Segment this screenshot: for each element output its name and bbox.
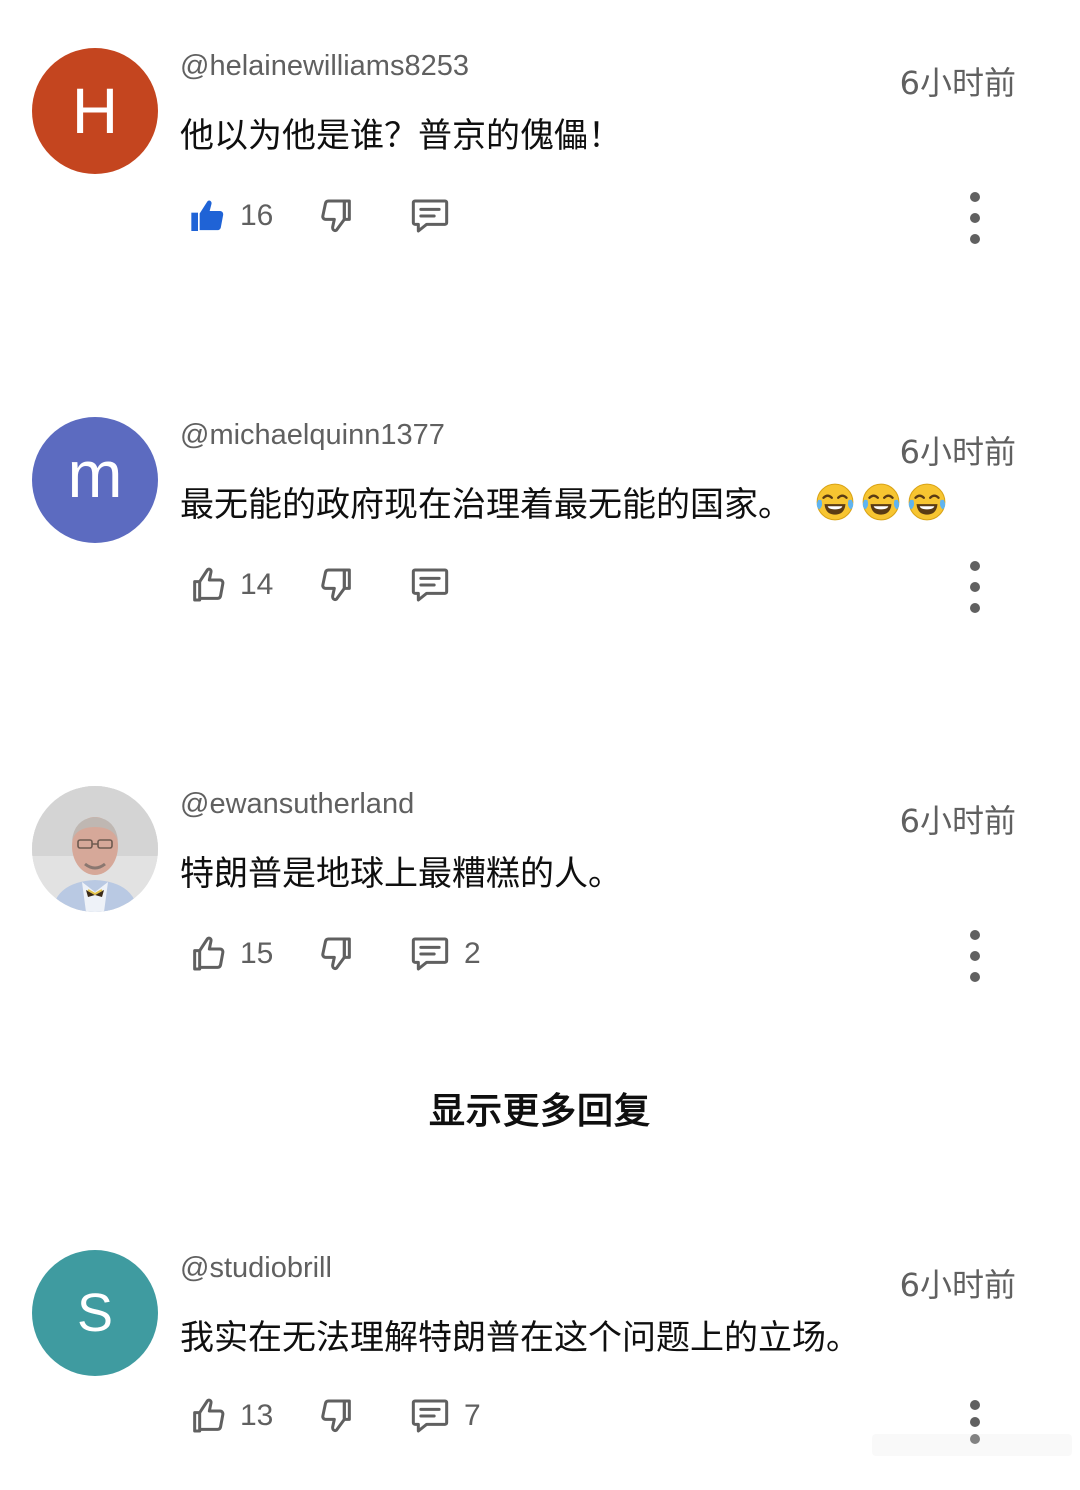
more-dot-icon	[970, 192, 980, 202]
more-dot-icon	[970, 561, 980, 571]
reply-count: 2	[464, 937, 481, 970]
comment-actions: 16	[188, 192, 1080, 244]
comment-reply-icon	[408, 196, 452, 236]
dislike-button[interactable]	[316, 196, 356, 236]
avatar[interactable]: S	[32, 1250, 158, 1376]
more-options-button[interactable]	[958, 192, 992, 244]
dislike-button[interactable]	[316, 565, 356, 605]
comment-author-handle[interactable]: @michaelquinn1377	[180, 419, 445, 452]
show-more-replies-button[interactable]: 显示更多回复	[0, 1082, 1080, 1134]
comment-timestamp: 6小时前	[899, 802, 1016, 840]
comment-text-body: 最无能的政府现在治理着最无能的国家。	[180, 485, 792, 525]
comment-actions: 15 2	[188, 930, 1080, 982]
comment-text: 最无能的政府现在治理着最无能的国家。	[180, 477, 948, 526]
more-dot-icon	[970, 1400, 980, 1410]
avatar-letter: H	[71, 75, 119, 147]
like-count: 16	[240, 199, 274, 232]
like-button[interactable]: 15	[188, 934, 273, 974]
avatar[interactable]: H	[32, 48, 158, 174]
like-count: 13	[240, 1399, 274, 1432]
comment-text: 我实在无法理解特朗普在这个问题上的立场。	[180, 1310, 860, 1359]
dislike-button[interactable]	[316, 934, 356, 974]
like-count: 15	[240, 937, 274, 970]
like-button[interactable]: 13	[188, 1396, 273, 1436]
more-dot-icon	[970, 603, 980, 613]
comment-reply-icon	[408, 565, 452, 605]
avatar-photo-icon	[32, 786, 158, 912]
comment-timestamp: 6小时前	[899, 433, 1016, 471]
comment-text: 他以为他是谁？普京的傀儡！	[180, 108, 622, 157]
more-dot-icon	[970, 972, 980, 982]
like-button[interactable]: 14	[188, 565, 273, 605]
comment-text-body: 他以为他是谁？普京的傀儡！	[180, 116, 622, 156]
more-dot-icon	[970, 930, 980, 940]
comment-timestamp: 6小时前	[899, 64, 1016, 102]
like-button[interactable]: 16	[188, 196, 273, 236]
like-count: 14	[240, 568, 274, 601]
thumbs-up-icon	[188, 1396, 228, 1436]
thumbs-down-icon	[316, 196, 356, 236]
reply-button[interactable]: 2	[408, 934, 481, 974]
reply-count: 7	[464, 1399, 481, 1432]
comment-text-body: 特朗普是地球上最糟糕的人。	[180, 854, 622, 894]
avatar[interactable]: m	[32, 417, 158, 543]
thumbs-up-icon	[188, 934, 228, 974]
watermark-icon	[872, 1434, 1072, 1456]
comment-reply-icon	[408, 934, 452, 974]
thumbs-down-icon	[316, 565, 356, 605]
reply-button[interactable]: 7	[408, 1396, 481, 1436]
comment-author-handle[interactable]: @studiobrill	[180, 1252, 332, 1285]
reply-button[interactable]	[408, 565, 452, 605]
comment-item: @ewansutherland 6小时前 特朗普是地球上最糟糕的人。 15 2	[0, 786, 1080, 1026]
thumbs-up-icon	[188, 565, 228, 605]
avatar[interactable]	[32, 786, 158, 912]
thumbs-up-filled-icon	[188, 196, 228, 236]
more-dot-icon	[970, 213, 980, 223]
comment-text-body: 我实在无法理解特朗普在这个问题上的立场。	[180, 1318, 860, 1358]
reply-button[interactable]	[408, 196, 452, 236]
tears-of-joy-emoji-icon	[908, 483, 946, 520]
comment-timestamp: 6小时前	[899, 1266, 1016, 1304]
comment-text: 特朗普是地球上最糟糕的人。	[180, 846, 622, 895]
comment-author-handle[interactable]: @ewansutherland	[180, 788, 414, 821]
avatar-letter: S	[76, 1283, 114, 1343]
comment-actions: 14	[188, 561, 1080, 613]
more-options-button[interactable]	[958, 930, 992, 982]
more-dot-icon	[970, 582, 980, 592]
tears-of-joy-emoji-icon	[862, 483, 900, 520]
avatar-letter: m	[67, 437, 123, 511]
comment-item: m @michaelquinn1377 6小时前 最无能的政府现在治理着最无能的…	[0, 417, 1080, 657]
dislike-button[interactable]	[316, 1396, 356, 1436]
tears-of-joy-emoji-icon	[816, 483, 854, 520]
comment-item: H @helainewilliams8253 6小时前 他以为他是谁？普京的傀儡…	[0, 48, 1080, 288]
comment-author-handle[interactable]: @helainewilliams8253	[180, 50, 469, 83]
thumbs-down-icon	[316, 934, 356, 974]
thumbs-down-icon	[316, 1396, 356, 1436]
more-dot-icon	[970, 1417, 980, 1427]
comment-reply-icon	[408, 1396, 452, 1436]
more-options-button[interactable]	[958, 561, 992, 613]
more-dot-icon	[970, 234, 980, 244]
more-dot-icon	[970, 951, 980, 961]
